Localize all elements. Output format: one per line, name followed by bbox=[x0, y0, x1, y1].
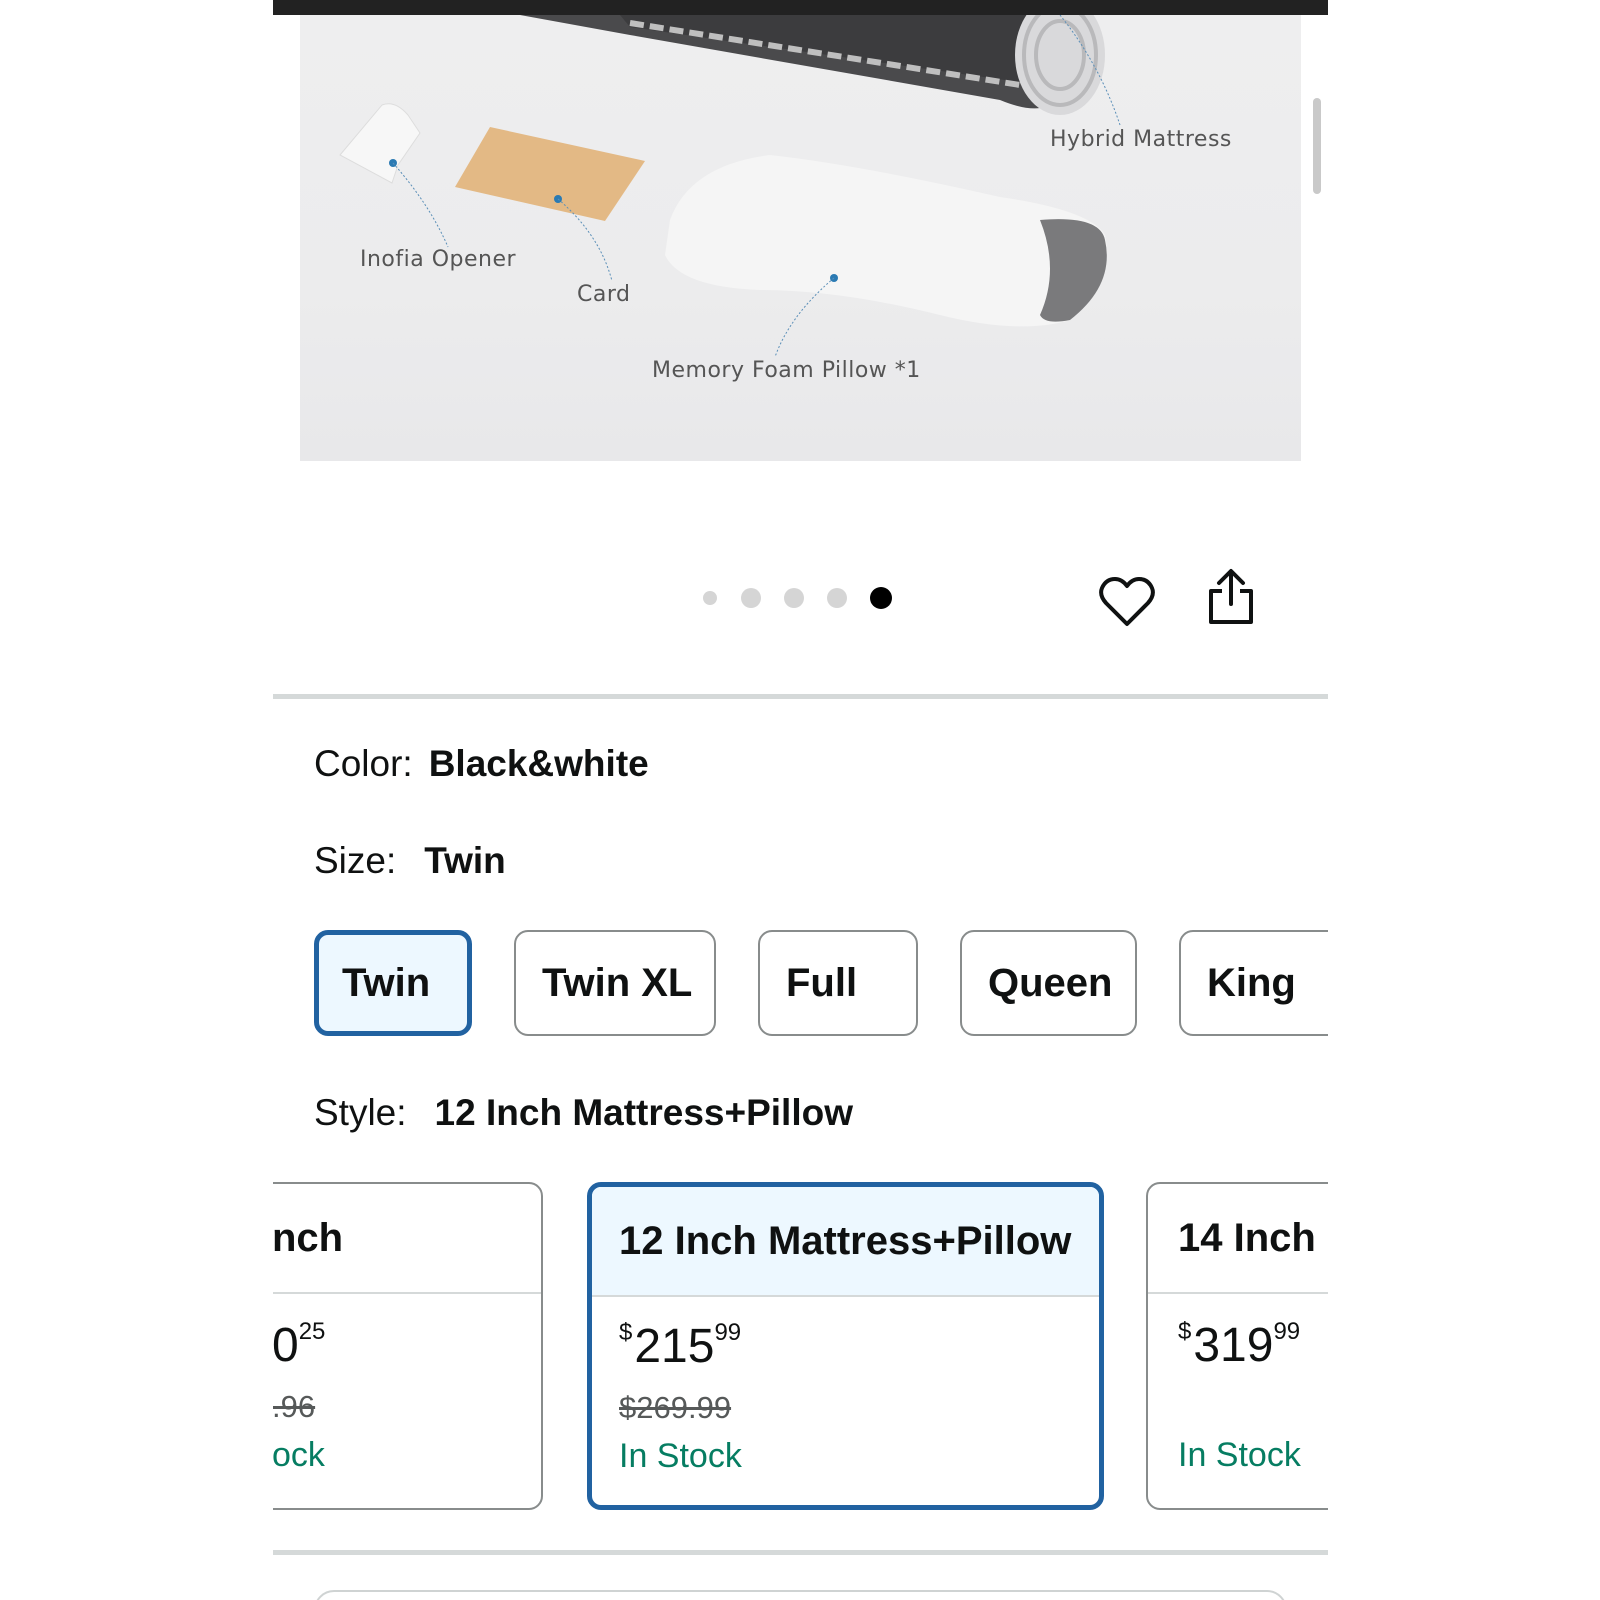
size-option-label: King bbox=[1207, 960, 1296, 1005]
size-option-queen[interactable]: Queen bbox=[960, 930, 1137, 1036]
size-option-twin[interactable]: Twin bbox=[314, 930, 472, 1036]
callout-card: Card bbox=[577, 282, 631, 307]
carousel-dots bbox=[703, 586, 915, 610]
size-option-king[interactable]: King bbox=[1179, 930, 1328, 1036]
share-button[interactable] bbox=[1199, 565, 1263, 629]
style-option-stock: In Stock bbox=[619, 1437, 742, 1475]
style-option-was-price: .96 bbox=[273, 1389, 316, 1424]
bottom-input-pill[interactable] bbox=[314, 1590, 1287, 1600]
style-option-price: 025 bbox=[273, 1318, 326, 1372]
style-row: Style: 12 Inch Mattress+Pillow bbox=[314, 1092, 853, 1134]
product-illustration bbox=[339, 15, 1121, 358]
share-icon bbox=[1209, 569, 1253, 624]
size-option-label: Full bbox=[786, 960, 858, 1005]
style-option-was-price: $269.99 bbox=[619, 1390, 732, 1425]
size-option-label: Queen bbox=[988, 960, 1113, 1005]
style-option-card-selected[interactable]: 12 Inch Mattress+Pillow $21599 $269.99 I… bbox=[587, 1182, 1104, 1510]
size-value: Twin bbox=[424, 840, 506, 881]
size-option-full[interactable]: Full bbox=[758, 930, 918, 1036]
size-row: Size: Twin bbox=[314, 840, 506, 882]
style-option-stock: In Stock bbox=[1178, 1436, 1301, 1474]
style-option-card[interactable]: 14 Inch $31999 In Stock bbox=[1146, 1182, 1328, 1510]
top-bar bbox=[273, 0, 1328, 15]
callout-opener: Inofia Opener bbox=[360, 247, 517, 272]
section-divider bbox=[273, 1550, 1328, 1555]
style-option-title: nch bbox=[273, 1184, 541, 1294]
style-option-title: 14 Inch bbox=[1148, 1184, 1328, 1294]
style-value: 12 Inch Mattress+Pillow bbox=[434, 1092, 854, 1133]
style-option-price: $31999 bbox=[1178, 1318, 1301, 1372]
style-option-stock: ock bbox=[273, 1436, 325, 1474]
section-divider bbox=[273, 694, 1328, 699]
color-row: Color: Black&white bbox=[314, 743, 649, 785]
style-option-title: 12 Inch Mattress+Pillow bbox=[592, 1187, 1099, 1297]
style-option-price: $21599 bbox=[619, 1319, 742, 1373]
scroll-indicator[interactable] bbox=[1313, 98, 1321, 194]
style-option-card[interactable]: nch 025 .96 ock bbox=[273, 1182, 543, 1510]
carousel-dot[interactable] bbox=[703, 591, 717, 605]
product-page: Hybrid Mattress Inofia Opener Card Memor… bbox=[273, 0, 1328, 1600]
favorite-button[interactable] bbox=[1095, 570, 1159, 634]
size-option-label: Twin bbox=[342, 960, 431, 1005]
heart-outline-icon bbox=[1099, 577, 1155, 626]
carousel-dot[interactable] bbox=[784, 588, 804, 608]
carousel-dot-active[interactable] bbox=[870, 587, 892, 609]
size-label: Size: bbox=[314, 840, 397, 881]
style-label: Style: bbox=[314, 1092, 407, 1133]
color-value: Black&white bbox=[428, 743, 649, 784]
callout-pillow: Memory Foam Pillow *1 bbox=[652, 358, 921, 383]
size-option-twin-xl[interactable]: Twin XL bbox=[514, 930, 716, 1036]
color-label: Color: bbox=[314, 743, 413, 784]
carousel-dot[interactable] bbox=[827, 588, 847, 608]
carousel-dot[interactable] bbox=[741, 588, 761, 608]
size-option-label: Twin XL bbox=[542, 960, 693, 1005]
product-image[interactable]: Hybrid Mattress Inofia Opener Card Memor… bbox=[300, 15, 1301, 461]
callout-hybrid-mattress: Hybrid Mattress bbox=[1050, 127, 1232, 152]
